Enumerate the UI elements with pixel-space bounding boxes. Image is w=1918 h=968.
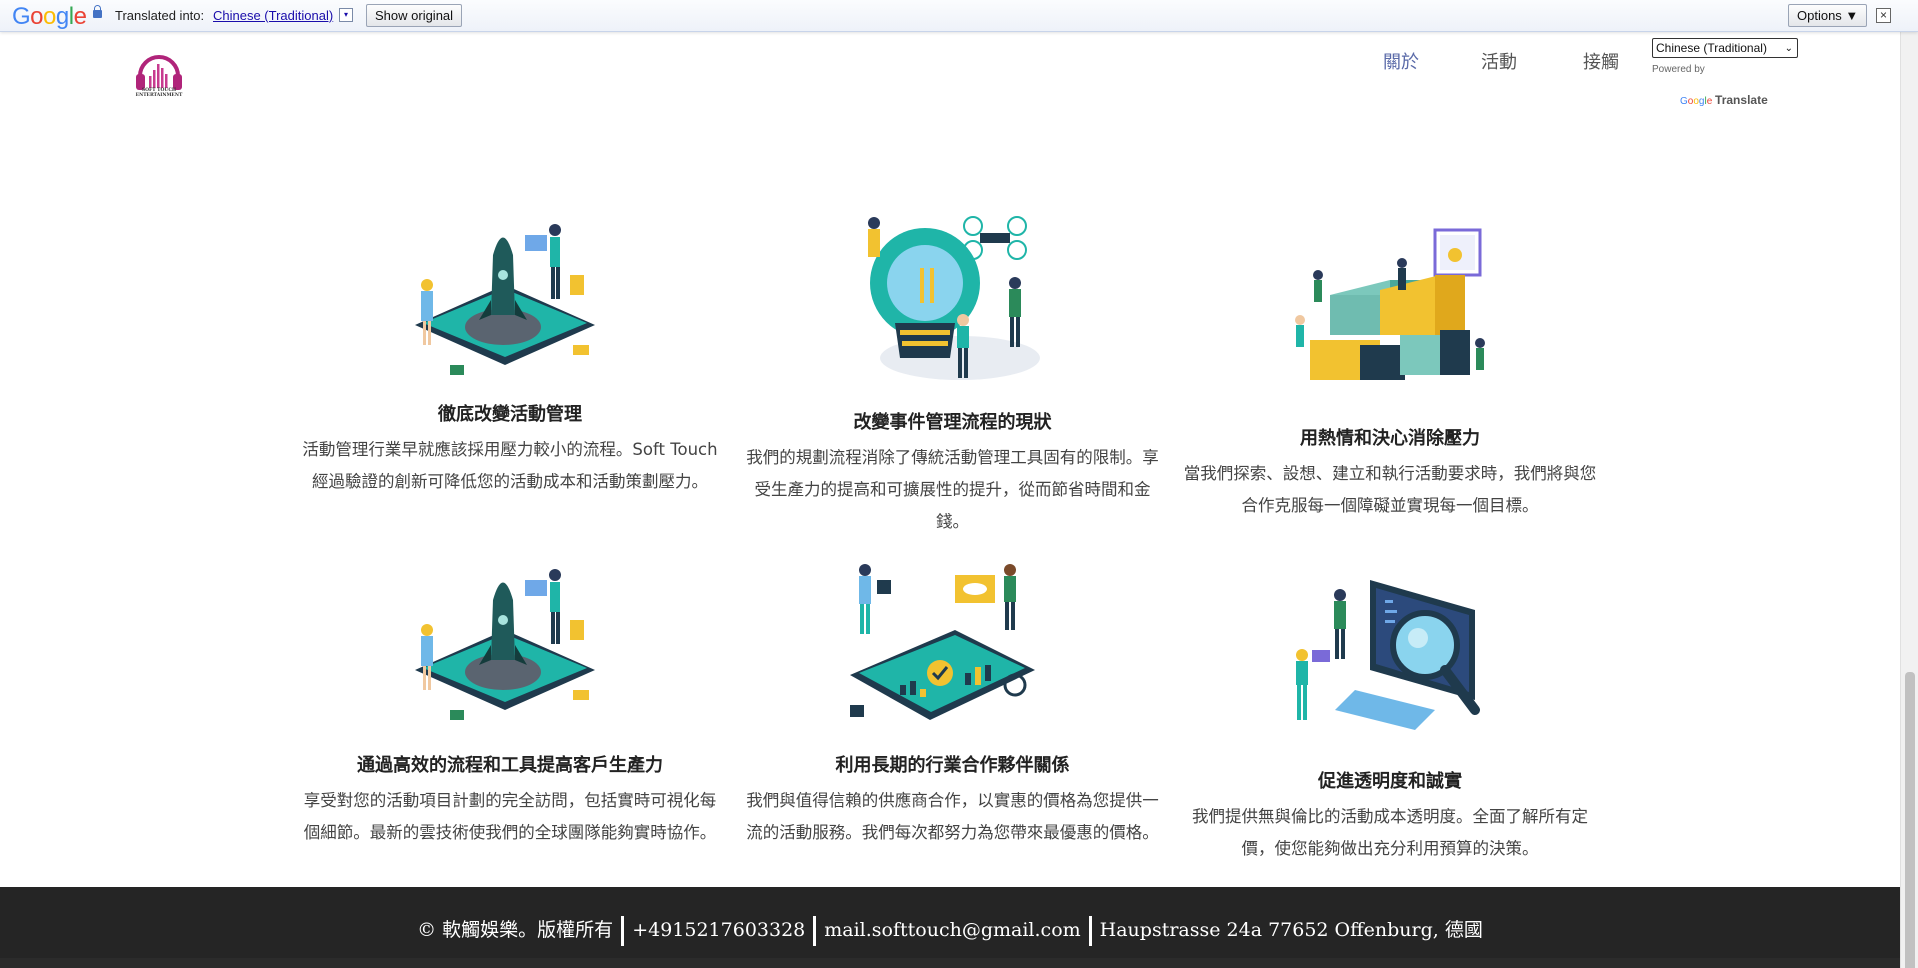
translated-language-link[interactable]: Chinese (Traditional) (213, 8, 333, 23)
footer-address: Haupstrasse 24a 77652 Offenburg, 德國 (1099, 919, 1483, 941)
scrollbar-thumb[interactable] (1905, 672, 1915, 968)
feature-text: 我們提供無與倫比的活動成本透明度。全面了解所有定價，使您能夠做出充分利用預算的決… (1192, 807, 1588, 858)
feature-card-2: 改變事件管理流程的現狀 我們的規劃流程消除了傳統活動管理工具固有的限制。享受生產… (740, 408, 1165, 538)
magnifier-monitor-illustration (1296, 580, 1480, 730)
language-dropdown-icon[interactable]: ▾ (339, 8, 353, 22)
google-logo: Google (12, 3, 87, 30)
feature-card-1: 徹底改變活動管理 活動管理行業早就應該採用壓力較小的流程。Soft Touch … (300, 400, 720, 498)
feature-card-6: 促進透明度和誠實 我們提供無與倫比的活動成本透明度。全面了解所有定價，使您能夠做… (1180, 767, 1600, 865)
feature-text: 享受對您的活動項目計劃的完全訪問，包括實時可視化每個細節。最新的雲技術使我們的全… (303, 791, 717, 842)
rocket-tablet-illustration (415, 224, 595, 375)
footer-divider (1088, 916, 1092, 946)
show-original-button[interactable]: Show original (366, 4, 463, 27)
feature-title: 促進透明度和誠實 (1318, 771, 1462, 792)
logo-text: SOFT TOUCH ENTERTAINMENT (135, 88, 183, 98)
taskbar-strip (0, 958, 1900, 968)
translate-label: Translate (1715, 93, 1768, 107)
powered-by-label: Powered by (1652, 64, 1705, 75)
footer-contact-line: © 軟觸娛樂。版權所有 +4915217603328 mail.softtouch@… (0, 915, 1900, 946)
footer-email[interactable]: mail.softtouch@gmail.com (818, 919, 1086, 941)
feature-text: 活動管理行業早就應該採用壓力較小的流程。Soft Touch 經過驗證的創新可降… (302, 440, 718, 491)
translated-into-label: Translated into: (115, 8, 205, 23)
lightbulb-drone-illustration (868, 216, 1040, 380)
language-select[interactable]: Chinese (Traditional) ⌄ (1652, 38, 1798, 58)
footer-divider (813, 916, 817, 946)
feature-title: 改變事件管理流程的現狀 (853, 412, 1052, 433)
feature-card-5: 利用長期的行業合作夥伴關係 我們與值得信賴的供應商合作，以實惠的價格為您提供一流… (740, 751, 1165, 849)
feature-title: 用熱情和決心消除壓力 (1300, 428, 1480, 449)
page-scrollbar[interactable] (1900, 32, 1918, 968)
google-translate-bar: Google Translated into: Chinese (Traditi… (0, 0, 1918, 32)
feature-title: 通過高效的流程和工具提高客戶生產力 (357, 755, 663, 776)
feature-title: 徹底改變活動管理 (438, 404, 582, 425)
puzzle-team-illustration (1295, 228, 1485, 380)
footer-phone[interactable]: +4915217603328 (626, 919, 811, 941)
feature-card-4: 通過高效的流程和工具提高客戶生產力 享受對您的活動項目計劃的完全訪問，包括實時可… (300, 751, 720, 849)
rocket-tablet-illustration-2 (415, 569, 595, 720)
feature-title: 利用長期的行業合作夥伴關係 (835, 755, 1070, 776)
feature-text: 我們的規劃流程消除了傳統活動管理工具固有的限制。享受生產力的提高和可擴展性的提升… (746, 448, 1159, 531)
feature-text: 我們與值得信賴的供應商合作，以實惠的價格為您提供一流的活動服務。我們每次都努力為… (746, 791, 1159, 842)
google-translate-logo[interactable]: Google Translate (1680, 93, 1768, 107)
close-icon[interactable]: × (1876, 8, 1891, 23)
nav-contact[interactable]: 接觸 (1583, 48, 1619, 74)
feature-text: 當我們探索、設想、建立和執行活動要求時，我們將與您合作克服每一個障礙並實現每一個… (1183, 464, 1597, 515)
options-button[interactable]: Options ▼ (1788, 4, 1868, 27)
nav-events[interactable]: 活動 (1481, 48, 1517, 74)
language-select-value: Chinese (Traditional) (1656, 41, 1767, 55)
nav-about[interactable]: 關於 (1383, 48, 1419, 74)
lock-icon (93, 5, 102, 18)
feature-card-3: 用熱情和決心消除壓力 當我們探索、設想、建立和執行活動要求時，我們將與您合作克服… (1180, 424, 1600, 522)
footer-copyright: © 軟觸娛樂。版權所有 (417, 919, 614, 941)
footer-divider (621, 916, 625, 946)
partnership-tablet-illustration (850, 564, 1035, 720)
chevron-down-icon: ⌄ (1784, 43, 1793, 54)
